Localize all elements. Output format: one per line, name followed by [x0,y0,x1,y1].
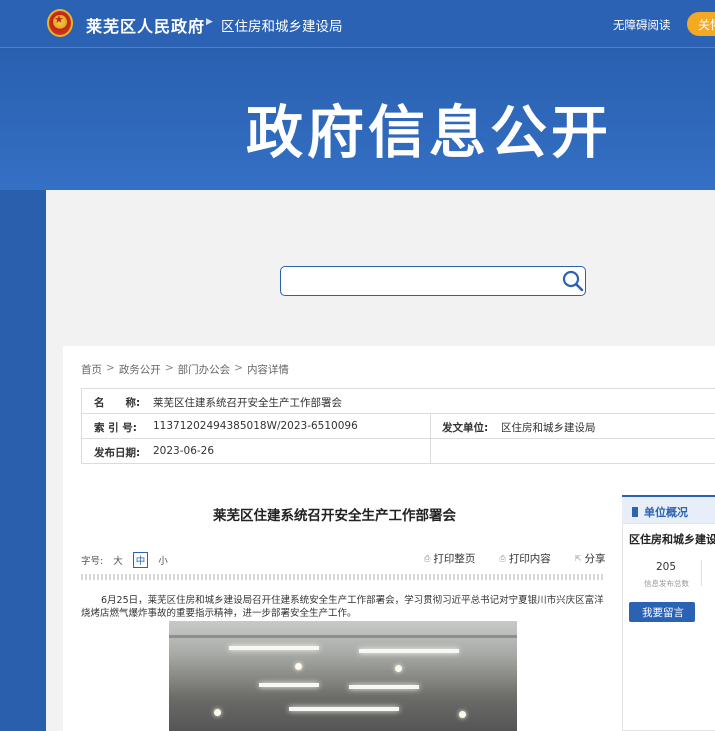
breadcrumb-separator: > [164,362,174,374]
font-size-large[interactable]: 大 [111,553,125,567]
leave-message-button[interactable]: 我要留言 [629,602,695,622]
divider [430,439,431,464]
font-size-selector: 字号: 大 中 小 [81,552,170,568]
breadcrumb-current: 内容详情 [246,364,289,376]
ceiling-spotlight [459,711,466,718]
share-icon: ⇱ [574,554,582,563]
index-value: 11371202494385018W/2023-6510096 [153,420,358,432]
index-label: 索 引 号: [94,422,138,434]
table-row: 索 引 号: 11371202494385018W/2023-6510096 发… [81,414,715,439]
top-header-bar: 莱芜区人民政府 ▶ 区住房和城乡建设局 无障碍阅读 关怀 [0,0,715,48]
font-size-label: 字号: [81,556,104,567]
print-content-label: 打印内容 [508,553,551,565]
share-button[interactable]: ⇱ 分享 [575,551,606,566]
info-count-label: 信息发布总数 [644,579,689,588]
date-label: 发布日期: [94,447,141,459]
ceiling-spotlight [395,665,402,672]
print-content-button[interactable]: ⎙ 打印内容 [499,551,550,566]
article-tools: ⎙ 打印整页 ⎙ 打印内容 ⇱ 分享 [424,551,606,566]
info-count-value: 205 [656,561,677,573]
header-marker [632,507,638,517]
breadcrumb: 首页 > 政务公开 > 部门办公会 > 内容详情 [81,362,289,377]
banner-title: 政府信息公开 [246,100,612,166]
sidebar-body [622,523,715,731]
ceiling-lamp [259,683,319,687]
share-label: 分享 [584,553,606,565]
banner: 政府信息公开 [0,49,715,190]
search-icon[interactable] [560,268,586,294]
article-title: 莱芜区住建系统召开安全生产工作部署会 [213,508,456,524]
date-value: 2023-06-26 [153,445,215,457]
ceiling-lamp [289,707,399,711]
ceiling-lamp [359,649,459,653]
issuer-value: 区住房和城乡建设局 [501,422,596,434]
meeting-photo [169,621,517,731]
sidebar-title: 单位概况 [644,506,688,519]
ceiling-spotlight [295,663,302,670]
divider [430,414,431,439]
breadcrumb-separator: > [106,362,115,374]
table-row: 发布日期: 2023-06-26 [81,439,715,464]
search-input[interactable] [280,266,586,296]
article-paragraph: 6月25日，莱芜区住房和城乡建设局召开住建系统安全生产工作部署会，学习贯彻习近平… [81,595,604,619]
print-page-button[interactable]: ⎙ 打印整页 [424,551,475,566]
printer-icon: ⎙ [499,553,506,563]
meta-info-table: 名 称: 莱芜区住建系统召开安全生产工作部署会 索 引 号: 113712024… [81,388,715,464]
sidebar-org-name: 区住房和城乡建设局 [629,533,715,546]
ceiling-lamp [349,685,419,689]
national-emblem-icon [47,9,73,37]
accessibility-reading-link[interactable]: 无障碍阅读 [613,17,671,33]
name-label: 名 称: [94,397,141,409]
ceiling-spotlight [214,709,221,716]
table-row: 名 称: 莱芜区住建系统召开安全生产工作部署会 [81,389,715,414]
name-value: 莱芜区住建系统召开安全生产工作部署会 [153,397,342,409]
ceiling-beam [169,635,517,638]
printer-icon: ⎙ [424,553,431,563]
breadcrumb-dept-meeting[interactable]: 部门办公会 [178,362,231,377]
dotted-divider [81,574,604,580]
breadcrumb-home[interactable]: 首页 [81,362,102,377]
breadcrumb-gov-open[interactable]: 政务公开 [119,362,161,377]
breadcrumb-separator: > [234,362,243,374]
divider [701,560,702,586]
triangle-right-icon: ▶ [206,17,213,27]
sidebar-header: 单位概况 [622,495,715,523]
font-size-medium[interactable]: 中 [132,552,149,568]
site-name-link[interactable]: 莱芜区人民政府 [86,13,205,37]
font-size-small[interactable]: 小 [156,553,170,567]
dept-name-link[interactable]: 区住房和城乡建设局 [221,15,343,35]
print-page-label: 打印整页 [433,553,476,565]
ceiling-lamp [229,646,319,650]
care-mode-button[interactable]: 关怀 [687,12,715,36]
ceiling-beam [169,671,517,674]
issuer-label: 发文单位: [442,422,489,434]
